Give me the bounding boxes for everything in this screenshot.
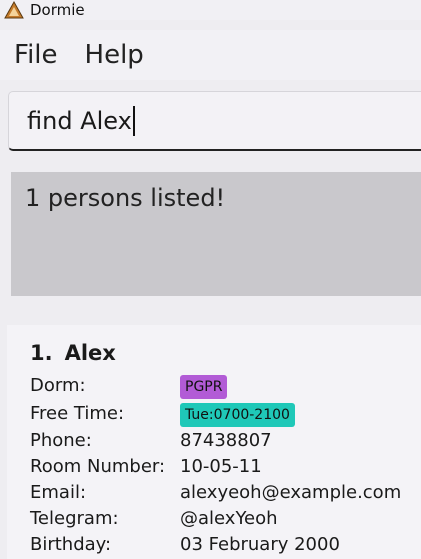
result-display: 1 persons listed! xyxy=(11,172,421,296)
birthday-label: Birthday: xyxy=(30,534,112,555)
email-label: Email: xyxy=(30,482,87,503)
menu-bar: File Help xyxy=(0,30,421,80)
menu-file[interactable]: File xyxy=(14,30,58,80)
person-card-title: 1. Alex xyxy=(30,339,116,367)
title-bar: Dormie xyxy=(0,0,421,20)
command-input-text: find Alex xyxy=(27,107,132,135)
person-name: Alex xyxy=(64,341,116,365)
room-number-value: 10-05-11 xyxy=(180,456,262,477)
command-area: find Alex xyxy=(0,84,421,158)
free-time-tag: Tue:0700-2100 xyxy=(180,403,295,427)
result-message: 1 persons listed! xyxy=(25,184,226,212)
birthday-value: 03 February 2000 xyxy=(180,534,340,555)
email-value: alexyeoh@example.com xyxy=(180,482,402,503)
room-number-label: Room Number: xyxy=(30,456,166,477)
person-index: 1. xyxy=(30,341,53,365)
dorm-tag: PGPR xyxy=(180,375,228,399)
menu-help[interactable]: Help xyxy=(85,30,144,80)
telegram-label: Telegram: xyxy=(30,508,119,529)
phone-value: 87438807 xyxy=(180,430,272,451)
window-title: Dormie xyxy=(30,1,85,19)
free-time-label: Free Time: xyxy=(30,403,125,424)
person-list[interactable]: 1. Alex Dorm: PGPR Free Time: Tue:0700-21… xyxy=(7,325,421,559)
text-caret xyxy=(132,106,135,136)
phone-label: Phone: xyxy=(30,430,92,451)
telegram-value: @alexYeoh xyxy=(180,508,278,529)
command-input[interactable]: find Alex xyxy=(8,91,421,151)
app-logo-icon xyxy=(4,1,24,19)
dorm-label: Dorm: xyxy=(30,375,86,396)
